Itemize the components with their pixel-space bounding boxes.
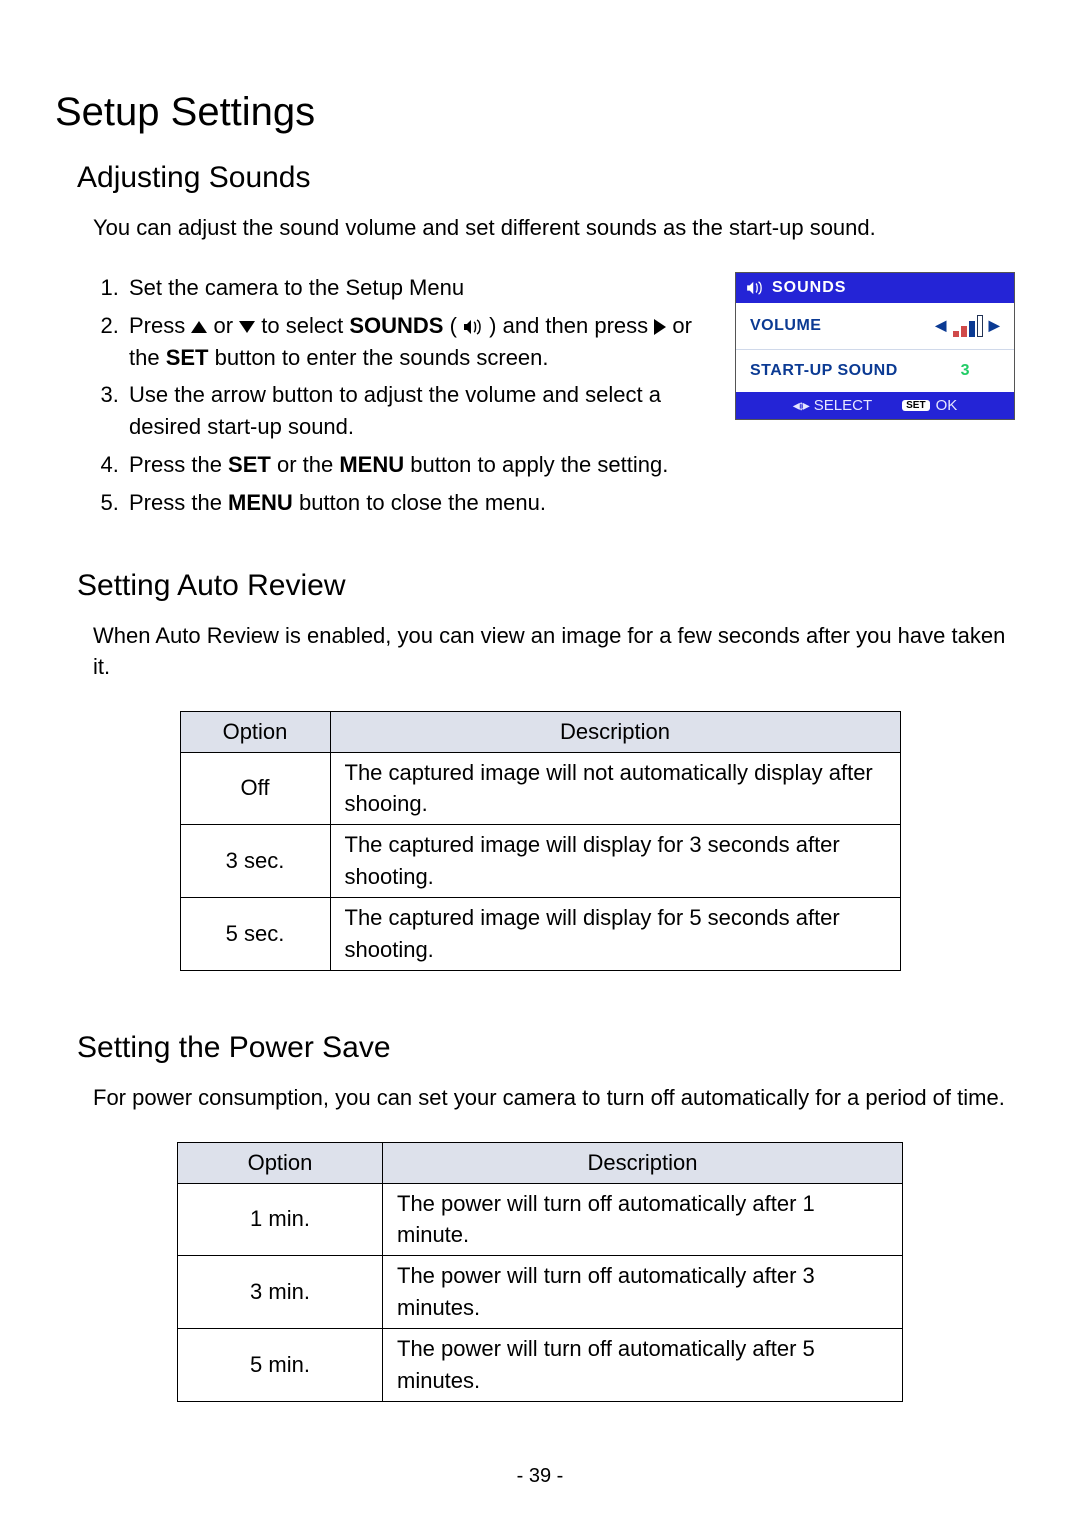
step-1: Set the camera to the Setup Menu <box>125 272 705 304</box>
td-desc: The captured image will display for 3 se… <box>330 825 900 898</box>
step-2-text: to select <box>261 313 349 338</box>
table-row: 3 sec. The captured image will display f… <box>180 825 900 898</box>
menu-label: MENU <box>339 452 404 477</box>
step-2-text: ) and then press <box>489 313 654 338</box>
table-row: Off The captured image will not automati… <box>180 752 900 825</box>
step-5: Press the MENU button to close the menu. <box>125 487 705 519</box>
step-4-text: Press the <box>129 452 228 477</box>
lcd-title: SOUNDS <box>772 279 846 297</box>
powersave-table: Option Description 1 min. The power will… <box>177 1142 903 1402</box>
lcd-screenshot: SOUNDS VOLUME ◀ ▶ START-UP SOUND 3 <box>735 272 1015 420</box>
set-label: SET <box>166 345 209 370</box>
td-desc: The power will turn off automatically af… <box>383 1256 903 1329</box>
step-2-text: button to enter the sounds screen. <box>215 345 549 370</box>
table-header-row: Option Description <box>180 711 900 752</box>
table-row: 3 min. The power will turn off automatic… <box>178 1256 903 1329</box>
lcd-select-label: SELECT <box>814 397 872 414</box>
td-option: 5 sec. <box>180 898 330 971</box>
lcd-row-startup: START-UP SOUND 3 <box>736 350 1014 392</box>
set-label: SET <box>228 452 271 477</box>
th-option: Option <box>180 711 330 752</box>
up-arrow-icon <box>191 321 207 333</box>
td-option: 3 min. <box>178 1256 383 1329</box>
powersave-intro: For power consumption, you can set your … <box>93 1083 1025 1114</box>
step-4-text: or the <box>277 452 339 477</box>
lcd-header: SOUNDS <box>736 273 1014 303</box>
td-option: 5 min. <box>178 1329 383 1402</box>
th-description: Description <box>383 1142 903 1183</box>
table-row: 5 min. The power will turn off automatic… <box>178 1329 903 1402</box>
page-title: Setup Settings <box>55 90 1025 135</box>
down-arrow-icon <box>239 321 255 333</box>
right-arrow-icon <box>654 319 666 335</box>
page-number: - 39 - <box>0 1465 1080 1488</box>
lcd-footer: ◂↕▸ SELECT SET OK <box>736 392 1014 419</box>
section-heading-powersave: Setting the Power Save <box>77 1031 1025 1065</box>
sounds-intro: You can adjust the sound volume and set … <box>93 213 1025 244</box>
step-5-text: Press the <box>129 490 228 515</box>
right-arrow-icon: ▶ <box>989 317 1000 334</box>
table-row: 1 min. The power will turn off automatic… <box>178 1183 903 1256</box>
step-3: Use the arrow button to adjust the volum… <box>125 379 705 443</box>
td-desc: The captured image will display for 5 se… <box>330 898 900 971</box>
step-2-text: ( <box>450 313 457 338</box>
section-heading-sounds: Adjusting Sounds <box>77 161 1025 195</box>
table-row: 5 sec. The captured image will display f… <box>180 898 900 971</box>
speaker-icon <box>463 319 483 335</box>
set-badge-icon: SET <box>902 400 929 411</box>
th-description: Description <box>330 711 900 752</box>
lcd-row-volume: VOLUME ◀ ▶ <box>736 303 1014 350</box>
th-option: Option <box>178 1142 383 1183</box>
volume-bars-icon <box>953 315 983 337</box>
step-4-text: button to apply the setting. <box>410 452 668 477</box>
sounds-label: SOUNDS <box>349 313 443 338</box>
step-2-text: or <box>213 313 239 338</box>
td-option: 3 sec. <box>180 825 330 898</box>
lcd-startup-value: 3 <box>961 362 1000 380</box>
step-4: Press the SET or the MENU button to appl… <box>125 449 705 481</box>
left-arrow-icon: ◀ <box>935 317 946 334</box>
speaker-icon <box>746 281 764 295</box>
nav-arrows-icon: ◂↕▸ <box>793 397 808 414</box>
sounds-steps: Set the camera to the Setup Menu Press o… <box>125 272 705 519</box>
step-2: Press or to select SOUNDS ( ) and then p… <box>125 310 705 374</box>
autoreview-table: Option Description Off The captured imag… <box>180 711 901 971</box>
lcd-ok-label: OK <box>936 397 958 414</box>
td-desc: The power will turn off automatically af… <box>383 1183 903 1256</box>
td-option: 1 min. <box>178 1183 383 1256</box>
td-option: Off <box>180 752 330 825</box>
table-header-row: Option Description <box>178 1142 903 1183</box>
autoreview-intro: When Auto Review is enabled, you can vie… <box>93 621 1025 683</box>
menu-label: MENU <box>228 490 293 515</box>
td-desc: The power will turn off automatically af… <box>383 1329 903 1402</box>
lcd-startup-label: START-UP SOUND <box>750 362 898 380</box>
td-desc: The captured image will not automaticall… <box>330 752 900 825</box>
step-5-text: button to close the menu. <box>299 490 546 515</box>
step-2-text: Press <box>129 313 191 338</box>
section-heading-autoreview: Setting Auto Review <box>77 569 1025 603</box>
lcd-volume-label: VOLUME <box>750 317 821 335</box>
